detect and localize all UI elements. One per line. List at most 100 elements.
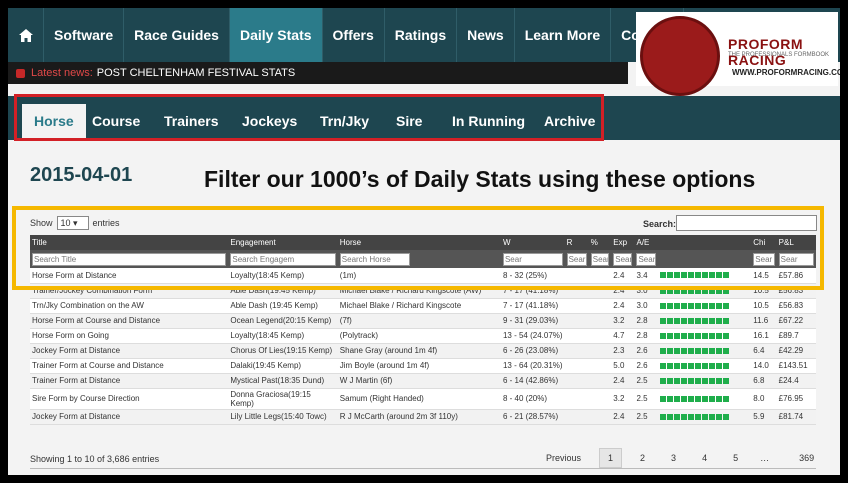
cell-pl: £24.4 — [776, 373, 816, 389]
table-row[interactable]: Sire Form by Course Direction Donna Graci… — [30, 388, 816, 410]
form-bar — [687, 395, 694, 402]
form-bar — [715, 362, 722, 369]
pager-page[interactable]: 2 — [632, 449, 653, 467]
form-bar — [715, 317, 722, 324]
form-bar — [694, 377, 701, 384]
table-row[interactable]: Horse Form on Going Loyalty(18:45 Kemp) (P… — [30, 328, 816, 344]
form-bar — [715, 395, 722, 402]
latest-news-bar: Latest news: POST CHELTENHAM FESTIVAL ST… — [8, 62, 628, 84]
form-bar — [680, 317, 687, 324]
nav-item-offers[interactable]: Offers — [323, 8, 385, 62]
nav-item-software[interactable]: Software — [44, 8, 125, 62]
form-bar — [687, 347, 694, 354]
logo-url: WWW.PROFORMRACING.COM — [732, 68, 840, 77]
pager-previous[interactable]: Previous — [538, 449, 589, 467]
form-bar — [694, 347, 701, 354]
cell-pl: £143.51 — [776, 358, 816, 374]
form-bar — [722, 413, 729, 420]
cell-w: 13 - 64 (20.31%) — [500, 358, 565, 374]
cell-horse: (Polytrack) — [337, 328, 501, 344]
form-bar — [680, 332, 687, 339]
form-bar — [708, 395, 715, 402]
cell-engagement: Dalaki(19:45 Kemp) — [228, 358, 338, 374]
cell-r — [564, 298, 589, 314]
form-bar — [666, 302, 673, 309]
nav-item-daily-stats[interactable]: Daily Stats — [229, 8, 323, 62]
nav-item-ratings[interactable]: Ratings — [385, 8, 458, 62]
form-bar — [687, 377, 694, 384]
pager-page[interactable]: 1 — [599, 448, 623, 468]
cell-bars — [657, 358, 752, 374]
pager-page[interactable]: 369 — [791, 449, 822, 467]
cell-w: 8 - 40 (20%) — [500, 388, 565, 410]
cell-ae: 2.6 — [634, 343, 658, 359]
cell-w: 7 - 17 (41.18%) — [500, 298, 565, 314]
cell-horse: Samum (Right Handed) — [337, 388, 501, 410]
form-bar — [659, 347, 666, 354]
cell-chi: 6.4 — [751, 343, 777, 359]
form-bar — [680, 362, 687, 369]
cell-bars — [657, 343, 752, 359]
cell-title: Sire Form by Course Direction — [30, 388, 229, 410]
form-bar — [673, 413, 680, 420]
cell-title: Jockey Form at Distance — [30, 409, 229, 425]
cell-exp: 5.0 — [611, 358, 635, 374]
form-bar — [715, 413, 722, 420]
form-bar — [666, 362, 673, 369]
form-bars — [659, 332, 750, 339]
cell-ae: 2.6 — [634, 358, 658, 374]
form-bar — [694, 413, 701, 420]
cell-ae: 2.8 — [634, 328, 658, 344]
table-row[interactable]: Trn/Jky Combination on the AW Able Dash (… — [30, 298, 816, 314]
form-bar — [715, 332, 722, 339]
cell-engagement: Able Dash (19:45 Kemp) — [228, 298, 338, 314]
form-bar — [687, 332, 694, 339]
table-row[interactable]: Horse Form at Course and Distance Ocean L… — [30, 313, 816, 329]
pager-page[interactable]: 5 — [725, 449, 746, 467]
form-bar — [673, 395, 680, 402]
form-bars — [659, 317, 750, 324]
table-row[interactable]: Trainer Form at Course and Distance Dalak… — [30, 358, 816, 374]
home-nav-link[interactable] — [8, 8, 44, 62]
form-bar — [701, 302, 708, 309]
pagination: Previous 12345 … 369 Next — [538, 448, 840, 468]
cell-pct — [588, 373, 612, 389]
cell-pct — [588, 328, 612, 344]
page-frame: Software Race Guides Daily Stats Offers … — [8, 8, 840, 475]
form-bar — [659, 413, 666, 420]
form-bar — [715, 377, 722, 384]
cell-chi: 5.9 — [751, 409, 777, 425]
pager-page[interactable]: 3 — [663, 449, 684, 467]
form-bar — [708, 347, 715, 354]
form-bar — [701, 317, 708, 324]
cell-engagement: Lily Little Legs(15:40 Towc) — [228, 409, 338, 425]
cell-title: Jockey Form at Distance — [30, 343, 229, 359]
cell-engagement: Chorus Of Lies(19:15 Kemp) — [228, 343, 338, 359]
cell-exp: 2.4 — [611, 409, 635, 425]
cell-pct — [588, 409, 612, 425]
latest-news-link[interactable]: POST CHELTENHAM FESTIVAL STATS — [97, 67, 295, 79]
form-bar — [722, 317, 729, 324]
cell-r — [564, 358, 589, 374]
form-bar — [701, 395, 708, 402]
home-icon — [18, 28, 33, 42]
form-bar — [701, 347, 708, 354]
form-bar — [694, 332, 701, 339]
cell-bars — [657, 328, 752, 344]
form-bar — [666, 395, 673, 402]
pager-next[interactable]: Next — [836, 449, 840, 467]
table-row[interactable]: Trainer Form at Distance Mystical Past(18… — [30, 373, 816, 389]
table-row[interactable]: Jockey Form at Distance Chorus Of Lies(19… — [30, 343, 816, 359]
nav-item-learn-more[interactable]: Learn More — [515, 8, 612, 62]
nav-item-race-guides[interactable]: Race Guides — [124, 8, 230, 62]
table-row[interactable]: Jockey Form at Distance Lily Little Legs(… — [30, 409, 816, 425]
form-bar — [687, 302, 694, 309]
pager-page[interactable]: 4 — [694, 449, 715, 467]
cell-r — [564, 373, 589, 389]
filter-headline: Filter our 1000’s of Daily Stats using t… — [204, 166, 756, 192]
form-bar — [687, 317, 694, 324]
cell-exp: 2.4 — [611, 298, 635, 314]
nav-item-news[interactable]: News — [457, 8, 515, 62]
proform-logo[interactable]: PROFORM RACING THE PROFESSIONALS FORMBOO… — [636, 12, 840, 96]
cell-title: Trn/Jky Combination on the AW — [30, 298, 229, 314]
